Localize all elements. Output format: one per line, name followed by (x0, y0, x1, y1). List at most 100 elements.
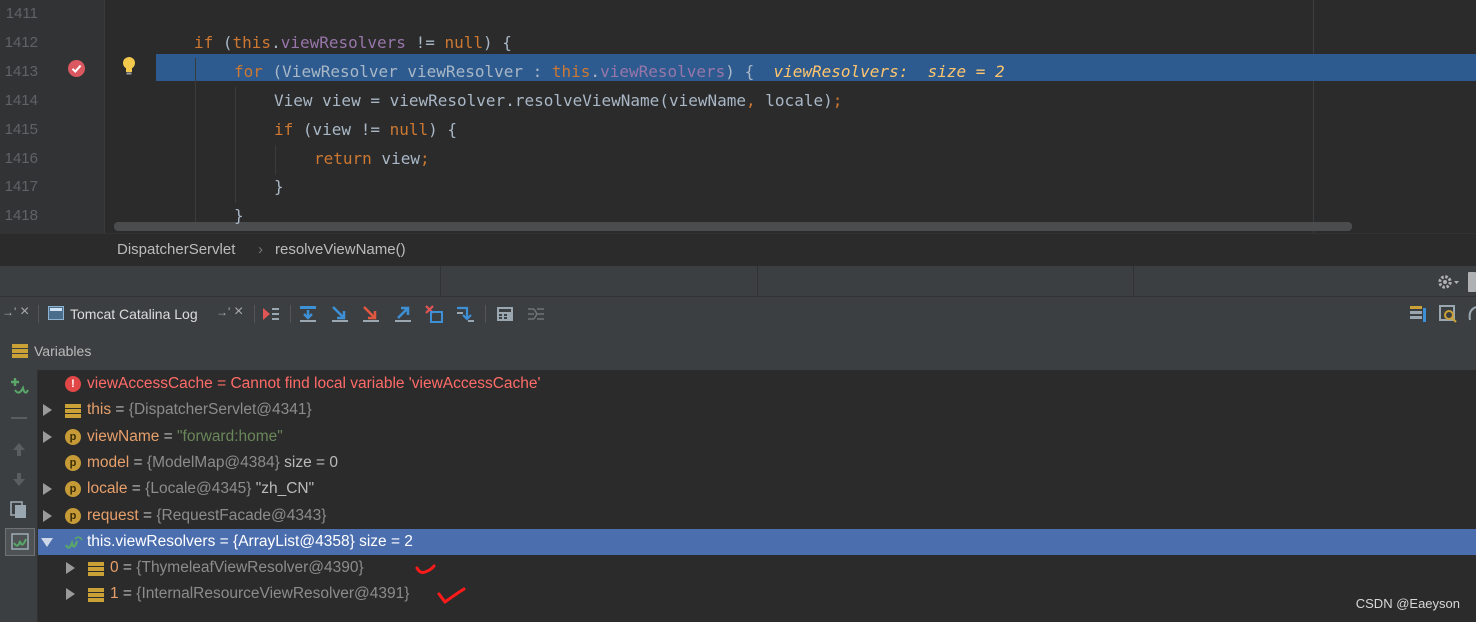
code-line[interactable]: if (view != null) { (274, 115, 457, 144)
variable-row[interactable]: 0 = {ThymeleafViewResolver@4390} (38, 555, 1476, 581)
more-icon[interactable] (1466, 304, 1476, 324)
expand-arrow-icon[interactable] (43, 509, 52, 522)
code-line[interactable]: View view = viewResolver.resolveViewName… (274, 86, 842, 115)
variable-value: Cannot find local variable 'viewAccessCa… (230, 375, 541, 392)
line-number: 1416 (4, 149, 38, 167)
param-icon: p (65, 481, 81, 498)
code-token: for (234, 61, 263, 81)
trace-stream-icon[interactable] (526, 304, 546, 324)
header-divider (440, 266, 441, 297)
debug-toolbar: →' × Tomcat Catalina Log →' × (0, 296, 1476, 332)
code-line[interactable]: return view; (314, 144, 430, 173)
gutter-divider (104, 0, 105, 233)
variable-name: viewAccessCache (87, 375, 213, 392)
previous-tab-pin-icon[interactable]: →' (2, 305, 16, 319)
code-line[interactable]: } (274, 172, 284, 201)
evaluate-expression-icon[interactable] (495, 304, 515, 324)
variable-text: request = {RequestFacade@4343} (87, 503, 326, 529)
line-number: 1417 (4, 178, 38, 196)
variable-row[interactable]: p viewName = "forward:home" (38, 424, 1476, 450)
expand-arrow-icon[interactable] (43, 430, 52, 443)
variable-value: {ThymeleafViewResolver@4390} (136, 559, 364, 577)
drop-frame-icon[interactable] (424, 304, 444, 324)
header-divider (757, 266, 758, 297)
variable-extra: size = 2 (354, 532, 413, 550)
code-token: ) { (428, 119, 458, 139)
tab-pin-icon[interactable]: →' (216, 305, 230, 319)
expand-arrow-icon[interactable] (66, 588, 75, 601)
debug-window-header (0, 265, 1476, 297)
variable-equals: = (138, 506, 157, 524)
code-token: ) { (725, 61, 774, 81)
code-token: null (389, 119, 429, 139)
variable-value: {Locale@4345} (145, 480, 252, 498)
code-token: viewResolvers (280, 32, 406, 52)
collapse-arrow-icon[interactable] (41, 537, 53, 547)
variable-extra: size = 0 (279, 453, 338, 471)
code-token: return (314, 148, 372, 168)
code-line[interactable]: if (this.viewResolvers != null) { (194, 28, 512, 57)
variable-equals: = (118, 559, 137, 577)
step-out-icon[interactable] (393, 304, 413, 324)
variable-row[interactable]: 1 = {InternalResourceViewResolver@4391} (38, 581, 1476, 607)
gear-icon[interactable] (1437, 273, 1465, 291)
breadcrumb: DispatcherServlet › resolveViewName() (0, 233, 1476, 266)
expand-arrow-icon[interactable] (43, 404, 52, 417)
error-icon: ! (65, 376, 81, 392)
view-breakpoints-icon[interactable] (1438, 304, 1458, 324)
tab-close-icon[interactable]: × (234, 303, 243, 321)
code-token: . (590, 61, 601, 81)
breadcrumb-method[interactable]: resolveViewName() (275, 241, 406, 258)
inline-debug-value: viewResolvers: size = 2 (773, 61, 1005, 81)
expand-arrow-icon[interactable] (43, 483, 52, 496)
variable-equals: = (215, 532, 234, 550)
duplicate-watch-icon[interactable] (10, 501, 28, 519)
indent-guide (275, 145, 276, 175)
show-watches-toggle[interactable] (5, 528, 35, 556)
variable-value: {DispatcherServlet@4341} (128, 401, 312, 419)
remove-watch-icon[interactable] (11, 417, 27, 419)
breakpoint-icon[interactable] (68, 60, 85, 77)
annotation-checkmark (436, 585, 468, 612)
variable-row[interactable]: this.viewResolvers = {ArrayList@4358} si… (38, 528, 1476, 555)
variables-icon (12, 344, 28, 358)
new-watch-icon[interactable] (9, 376, 29, 398)
pin-icon[interactable] (1468, 272, 1476, 292)
move-up-icon[interactable] (11, 441, 27, 457)
variable-row[interactable]: ! viewAccessCache = Cannot find local var… (38, 371, 1476, 397)
object-icon (88, 560, 104, 577)
variable-row[interactable]: this = {DispatcherServlet@4341} (38, 397, 1476, 423)
variable-text: 0 = {ThymeleafViewResolver@4390} (110, 555, 364, 581)
code-line[interactable]: } (234, 201, 244, 230)
variable-row[interactable]: p model = {ModelMap@4384} size = 0 (38, 450, 1476, 476)
breadcrumb-class[interactable]: DispatcherServlet (117, 241, 235, 258)
variable-text: model = {ModelMap@4384} size = 0 (87, 450, 338, 476)
show-execution-point-icon[interactable] (261, 304, 281, 324)
line-number: 1414 (4, 91, 38, 109)
run-to-cursor-icon[interactable] (455, 304, 475, 324)
force-step-into-icon[interactable] (361, 304, 381, 324)
expand-arrow-icon[interactable] (66, 562, 75, 575)
variable-text: viewName = "forward:home" (87, 424, 283, 450)
code-editor[interactable]: 1411 1412 1413 1414 1415 1416 1417 1418 if (this… (0, 0, 1476, 233)
variables-panel-header: Variables (0, 331, 1476, 371)
lightbulb-icon[interactable] (121, 56, 137, 76)
code-token: (ViewResolver viewResolver : (262, 61, 552, 81)
step-into-icon[interactable] (330, 304, 350, 324)
restore-layout-icon[interactable] (1408, 304, 1428, 324)
horizontal-scrollbar[interactable] (114, 222, 1352, 231)
close-icon[interactable]: × (20, 303, 29, 321)
code-line[interactable]: for (ViewResolver viewResolver : this.vi… (234, 57, 1005, 86)
variable-row[interactable]: p request = {RequestFacade@4343} (38, 503, 1476, 529)
move-down-icon[interactable] (11, 472, 27, 488)
code-token: } (234, 206, 244, 226)
variable-row[interactable]: p locale = {Locale@4345} "zh_CN" (38, 476, 1476, 502)
variable-text: viewAccessCache = Cannot find local vari… (87, 371, 541, 397)
code-token: ) { (483, 32, 512, 52)
line-number: 1411 (5, 5, 38, 22)
code-token: if (274, 119, 294, 139)
variable-text: this = {DispatcherServlet@4341} (87, 397, 312, 423)
step-over-icon[interactable] (298, 304, 318, 324)
variable-text: locale = {Locale@4345} "zh_CN" (87, 476, 314, 502)
variable-value: {RequestFacade@4343} (156, 506, 327, 524)
